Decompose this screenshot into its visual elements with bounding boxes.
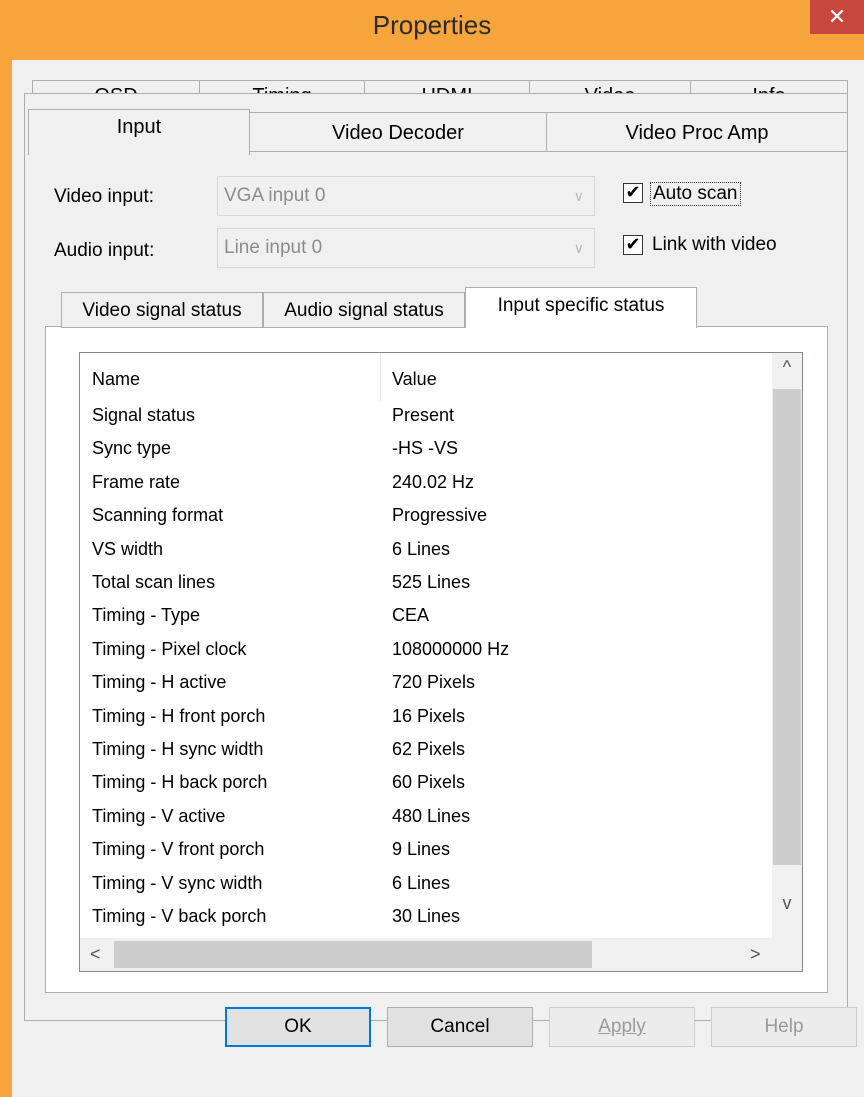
table-row[interactable]: Sync type -HS -VS: [80, 438, 772, 471]
apply-button[interactable]: Apply: [549, 1007, 695, 1047]
tab-label: Video Proc Amp: [625, 122, 769, 144]
table-row[interactable]: Scanning format Progressive: [80, 505, 772, 538]
chevron-down-icon: ∨: [573, 188, 584, 204]
tab-video-decoder[interactable]: Video Decoder: [249, 112, 547, 152]
tab-audio-signal-status[interactable]: Audio signal status: [263, 292, 465, 328]
link-with-video-label[interactable]: Link with video: [652, 234, 777, 256]
scroll-corner: [772, 938, 802, 971]
tab-label: Input: [116, 116, 162, 138]
window-title: Properties: [372, 10, 492, 40]
row-name: Frame rate: [92, 471, 181, 492]
row-name: Timing - Type: [92, 605, 201, 626]
row-value: Present: [392, 405, 455, 425]
tab-label: Video Decoder: [332, 122, 464, 144]
row-value: 30 Lines: [392, 906, 461, 926]
scrollbar-thumb[interactable]: [773, 389, 801, 865]
auto-scan-label[interactable]: Auto scan: [650, 182, 741, 206]
table-row[interactable]: Timing - V front porch 9 Lines: [80, 839, 772, 872]
close-icon: ✕: [827, 4, 847, 29]
row-name: Timing - V front porch: [92, 839, 265, 860]
tab-label: Video signal status: [82, 300, 242, 321]
row-value: 16 Pixels: [392, 705, 466, 726]
audio-input-value: Line input 0: [224, 237, 323, 258]
scroll-down-icon[interactable]: v: [772, 893, 802, 914]
table-row[interactable]: Timing - H active 720 Pixels: [80, 672, 772, 705]
row-name: VS width: [92, 538, 164, 559]
audio-input-select[interactable]: Line input 0 ∨: [217, 228, 595, 268]
row-name: Sync type: [92, 438, 172, 459]
row-name: Timing - H front porch: [92, 705, 266, 726]
table-row[interactable]: Timing - V sync width 6 Lines: [80, 873, 772, 906]
list-header: Name Value: [80, 353, 772, 401]
close-button[interactable]: ✕: [810, 0, 864, 34]
tab-input[interactable]: Input: [28, 109, 250, 155]
row-value: 62 Pixels: [392, 739, 466, 759]
scroll-left-icon[interactable]: <: [90, 944, 101, 965]
table-row[interactable]: Timing - V active 480 Lines: [80, 806, 772, 839]
column-divider: [380, 353, 381, 401]
table-row[interactable]: Timing - H sync width 62 Pixels: [80, 739, 772, 772]
table-row[interactable]: Timing - H back porch 60 Pixels: [80, 772, 772, 805]
table-row[interactable]: Signal status Present: [80, 405, 772, 438]
row-name: Timing - V active: [92, 805, 226, 826]
column-header-name[interactable]: Name: [92, 369, 140, 390]
row-name: Timing - V back porch: [92, 906, 267, 926]
table-row[interactable]: Frame rate 240.02 Hz: [80, 472, 772, 505]
cancel-button[interactable]: Cancel: [387, 1007, 533, 1047]
table-row[interactable]: Timing - Pixel clock 108000000 Hz: [80, 639, 772, 672]
tab-video-proc-amp[interactable]: Video Proc Amp: [546, 112, 848, 152]
horizontal-scrollbar[interactable]: < >: [80, 938, 772, 971]
row-value: 720 Pixels: [392, 672, 476, 693]
video-input-select[interactable]: VGA input 0 ∨: [217, 176, 595, 216]
row-name: Timing - V sync width: [92, 872, 263, 893]
audio-input-label: Audio input:: [54, 240, 155, 261]
row-value: 108000000 Hz: [392, 638, 510, 659]
tab-label: Input specific status: [497, 295, 665, 316]
scrollbar-thumb[interactable]: [114, 941, 592, 968]
status-list[interactable]: Name Value Signal status Present Sync type…: [79, 352, 803, 972]
row-name: Timing - H sync width: [92, 739, 264, 759]
row-name: Timing - Pixel clock: [92, 638, 247, 659]
row-value: -HS -VS: [392, 438, 459, 459]
row-name: Signal status: [92, 405, 196, 425]
table-row[interactable]: Total scan lines 525 Lines: [80, 572, 772, 605]
scroll-right-icon[interactable]: >: [750, 944, 761, 965]
row-name: Total scan lines: [92, 572, 216, 592]
properties-window: Properties ✕ OSD Timing HDMI Video Info …: [0, 0, 864, 1097]
video-input-value: VGA input 0: [224, 185, 326, 206]
tab-input-specific-status[interactable]: Input specific status: [465, 287, 697, 328]
table-row[interactable]: Timing - V back porch 30 Lines: [80, 906, 772, 939]
title-bar[interactable]: Properties ✕: [0, 0, 864, 60]
scroll-up-icon[interactable]: ^: [772, 357, 802, 378]
row-value: Progressive: [392, 505, 488, 526]
row-value: 240.02 Hz: [392, 471, 475, 492]
column-header-value[interactable]: Value: [392, 369, 437, 390]
row-value: 480 Lines: [392, 805, 471, 826]
chevron-down-icon: ∨: [573, 240, 584, 256]
check-icon: ✔: [625, 234, 641, 254]
table-row[interactable]: Timing - Type CEA: [80, 605, 772, 638]
tab-video-signal-status[interactable]: Video signal status: [61, 292, 263, 328]
check-icon: ✔: [625, 182, 641, 202]
row-value: 6 Lines: [392, 538, 451, 559]
row-value: 525 Lines: [392, 572, 471, 592]
table-row[interactable]: VS width 6 Lines: [80, 539, 772, 572]
link-with-video-checkbox[interactable]: ✔: [623, 235, 643, 255]
row-value: CEA: [392, 605, 430, 626]
video-input-label: Video input:: [54, 186, 155, 207]
row-name: Scanning format: [92, 505, 224, 526]
ok-button[interactable]: OK: [225, 1007, 371, 1047]
table-row[interactable]: Timing - H front porch 16 Pixels: [80, 706, 772, 739]
row-value: 60 Pixels: [392, 772, 466, 793]
row-name: Timing - H active: [92, 672, 227, 693]
vertical-scrollbar[interactable]: ^ v: [772, 353, 802, 938]
auto-scan-checkbox[interactable]: ✔: [623, 183, 643, 203]
help-button[interactable]: Help: [711, 1007, 857, 1047]
row-value: 6 Lines: [392, 872, 451, 893]
row-name: Timing - H back porch: [92, 772, 268, 793]
row-value: 9 Lines: [392, 839, 451, 860]
tab-label: Audio signal status: [284, 300, 444, 321]
